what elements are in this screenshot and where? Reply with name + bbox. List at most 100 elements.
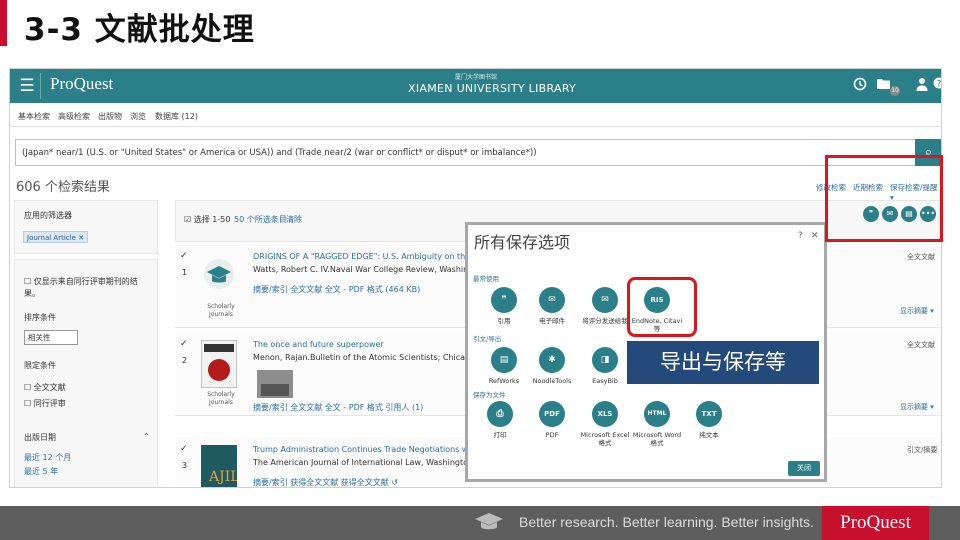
applied-filters-panel: 应用的筛选器 Journal Article ✕ bbox=[14, 200, 158, 254]
peer-review-checkbox[interactable]: ☐ 同行评审 bbox=[24, 398, 66, 409]
history-icon[interactable] bbox=[853, 77, 867, 91]
send-option-label: 将评分发送给我 bbox=[582, 317, 628, 325]
result-links[interactable]: 摘要/索引 全文文献 全文 - PDF 格式 引用人 (1) bbox=[253, 402, 423, 413]
help-icon[interactable]: ? bbox=[933, 77, 942, 89]
svg-text:?: ? bbox=[937, 80, 942, 90]
article-image-thumbnail bbox=[257, 370, 293, 398]
sort-select-value: 相关性 bbox=[28, 333, 51, 342]
noodletools-option-label: NoodleTools bbox=[532, 377, 572, 385]
pdf-option[interactable]: PDF PDF bbox=[526, 401, 578, 439]
peer-reviewed-checkbox[interactable]: ☐ 仅显示来自同行评审期刊的结果。 bbox=[24, 276, 152, 300]
date-option-5y[interactable]: 最近 5 年 bbox=[24, 466, 58, 477]
text-option-label: 纯文本 bbox=[699, 431, 719, 439]
sort-label: 排序条件 bbox=[24, 313, 56, 322]
actions-highlight-box bbox=[825, 155, 943, 242]
svg-text:AJIL: AJIL bbox=[208, 469, 237, 485]
subnav-publications[interactable]: 出版物 bbox=[98, 111, 122, 122]
html-option-icon: HTML bbox=[644, 401, 670, 427]
top-bar: ☰ ProQuest 厦门大学图书馆 XIAMEN UNIVERSITY LIB… bbox=[10, 69, 942, 103]
cite-option-icon: ❞ bbox=[491, 287, 517, 313]
show-abstract-link[interactable]: 显示摘要 ▾ bbox=[900, 306, 934, 316]
date-option-12m[interactable]: 最近 12 个月 bbox=[24, 452, 71, 463]
journal-cover-thumbnail bbox=[201, 340, 237, 388]
xls-option-icon: XLS bbox=[592, 401, 618, 427]
graduation-cap-icon bbox=[475, 513, 503, 530]
subnav-browse[interactable]: 浏览 bbox=[130, 111, 146, 122]
excel-option[interactable]: XLS Microsoft Excel 格式 bbox=[579, 401, 631, 447]
result-title[interactable]: The once and future superpower bbox=[253, 340, 384, 349]
noodletools-option[interactable]: ✱ NoodleTools bbox=[526, 347, 578, 385]
noodletools-option-icon: ✱ bbox=[539, 347, 565, 373]
collapse-icon[interactable]: ⌃ bbox=[143, 432, 150, 441]
filters-sidebar: ☐ 仅显示来自同行评审期刊的结果。 排序条件 相关性 限定条件 ☐ 全文文献 ☐… bbox=[14, 259, 158, 487]
fulltext-checkbox[interactable]: ☐ 全文文献 bbox=[24, 382, 66, 393]
subnav-databases[interactable]: 数据库 (12) bbox=[155, 111, 198, 122]
endnote-highlight-box bbox=[627, 277, 697, 337]
slide-title: 3-3 文献批处理 bbox=[24, 12, 255, 48]
result-source-type: Scholarly Journals bbox=[207, 391, 235, 406]
cite-option-label: 引用 bbox=[497, 317, 511, 325]
subnav-basic-search[interactable]: 基本检索 bbox=[18, 111, 50, 122]
result-links[interactable]: 摘要/索引 全文文献 全文 - PDF 格式 (464 KB) bbox=[253, 284, 420, 295]
applied-filters-title: 应用的筛选器 bbox=[24, 211, 72, 220]
search-input[interactable]: (Japan* near/1 (U.S. or "United States" … bbox=[15, 139, 917, 166]
slide-accent-bar bbox=[0, 0, 7, 46]
section-most-used: 最常使用 bbox=[473, 275, 499, 283]
print-option[interactable]: ⎙ 打印 bbox=[474, 401, 526, 439]
section-citation-export: 引文/导出 bbox=[473, 335, 502, 343]
sub-navigation: 基本检索 高级检索 出版物 浏览 数据库 (12) bbox=[10, 103, 941, 127]
result-checkbox[interactable]: ✓ bbox=[180, 444, 188, 454]
result-source-type: Scholarly Journals bbox=[207, 303, 235, 318]
proquest-logo[interactable]: ProQuest bbox=[50, 74, 113, 94]
folder-count-badge: 10 bbox=[890, 86, 900, 96]
easybib-option-icon: ◨ bbox=[592, 347, 618, 373]
show-abstract-link[interactable]: 显示摘要 ▾ bbox=[900, 402, 934, 412]
subnav-advanced-search[interactable]: 高级检索 bbox=[58, 111, 90, 122]
cite-option[interactable]: ❞ 引用 bbox=[478, 287, 530, 325]
user-icon[interactable] bbox=[916, 77, 928, 91]
word-option-label: Microsoft Word 格式 bbox=[632, 431, 682, 447]
modal-title: 所有保存选项 bbox=[474, 233, 571, 252]
result-checkbox[interactable]: ✓ bbox=[180, 251, 188, 261]
result-number: 2 bbox=[182, 356, 188, 365]
sort-select[interactable]: 相关性 bbox=[24, 330, 78, 345]
result-title[interactable]: Trump Administration Continues Trade Neg… bbox=[253, 445, 500, 454]
result-fulltext-tag: 全文文献 bbox=[907, 341, 935, 349]
section-save-as-file: 保存为文件 bbox=[473, 391, 506, 399]
selected-items-link[interactable]: 50 个所选条目 bbox=[234, 214, 287, 225]
result-links[interactable]: 摘要/索引 获得全文文献 获得全文文献 ↺ bbox=[253, 477, 398, 487]
modal-close-button[interactable]: 关闭 bbox=[788, 461, 820, 476]
print-option-label: 打印 bbox=[493, 431, 507, 439]
email-option[interactable]: ✉ 电子邮件 bbox=[526, 287, 578, 325]
refworks-option-icon: ▤ bbox=[491, 347, 517, 373]
modal-help-icon[interactable]: ? bbox=[798, 231, 803, 241]
menu-icon[interactable]: ☰ bbox=[14, 73, 41, 99]
result-fulltext-tag: 引文/摘要 bbox=[907, 446, 938, 454]
pub-date-title: 出版日期 bbox=[24, 433, 56, 442]
result-number: 3 bbox=[182, 461, 188, 470]
export-save-callout: 导出与保存等 bbox=[627, 341, 819, 384]
send-option-icon: ✉ bbox=[592, 287, 618, 313]
send-to-me-option[interactable]: ✉ 将评分发送给我 bbox=[579, 287, 631, 325]
scholarly-journal-icon bbox=[204, 259, 234, 289]
easybib-option-label: EasyBib bbox=[592, 377, 618, 385]
modal-close-icon[interactable]: ✕ bbox=[811, 231, 819, 241]
result-number: 1 bbox=[182, 268, 188, 277]
folder-icon[interactable] bbox=[876, 77, 891, 90]
text-option[interactable]: TXT 纯文本 bbox=[683, 401, 735, 439]
clear-link[interactable]: 清除 bbox=[286, 214, 302, 225]
result-fulltext-tag: 全文文献 bbox=[907, 253, 935, 261]
email-option-icon: ✉ bbox=[539, 287, 565, 313]
word-option[interactable]: HTML Microsoft Word 格式 bbox=[631, 401, 683, 447]
limit-title: 限定条件 bbox=[24, 361, 56, 370]
refworks-option-label: RefWorks bbox=[488, 377, 520, 385]
refworks-option[interactable]: ▤ RefWorks bbox=[478, 347, 530, 385]
pdf-option-label: PDF bbox=[545, 431, 559, 439]
excel-option-label: Microsoft Excel 格式 bbox=[580, 431, 630, 447]
footer-brand-logo: ProQuest bbox=[822, 506, 929, 540]
select-all-checkbox[interactable]: ☑ 选择 1-50 bbox=[184, 214, 230, 225]
result-checkbox[interactable]: ✓ bbox=[180, 339, 188, 349]
easybib-option[interactable]: ◨ EasyBib bbox=[579, 347, 631, 385]
filter-chip[interactable]: Journal Article ✕ bbox=[23, 231, 88, 243]
txt-option-icon: TXT bbox=[696, 401, 722, 427]
